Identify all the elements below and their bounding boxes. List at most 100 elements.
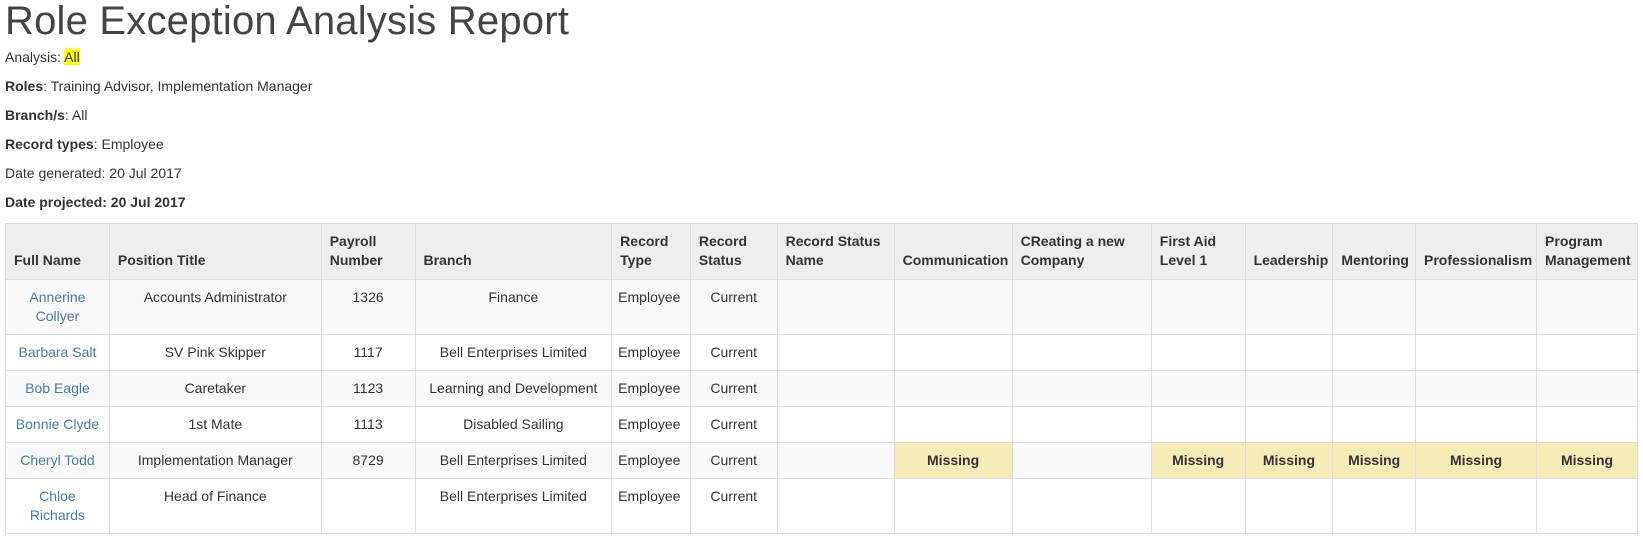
- table-cell: [1536, 279, 1638, 335]
- table-cell: Current: [689, 334, 778, 371]
- table-cell: [776, 279, 895, 335]
- table-cell: 8729: [320, 442, 416, 479]
- table-cell: [1332, 478, 1417, 534]
- header-record-status[interactable]: Record Status: [689, 223, 778, 280]
- table-cell: [1150, 478, 1246, 534]
- table-cell: Employee: [611, 370, 691, 407]
- table-cell: [893, 279, 1013, 335]
- table-cell: [1150, 370, 1246, 407]
- table-cell: 1117: [320, 334, 416, 371]
- table-cell: [1011, 279, 1152, 335]
- table-cell: Current: [689, 406, 778, 443]
- table-cell: Employee: [611, 334, 691, 371]
- employee-name-link[interactable]: Annerine Collyer: [29, 289, 85, 324]
- header-first-aid-level-1[interactable]: First Aid Level 1: [1150, 223, 1246, 280]
- table-cell: [893, 370, 1013, 407]
- meta-analysis: Analysis: All: [5, 49, 1643, 66]
- header-professionalism[interactable]: Professionalism: [1415, 223, 1538, 280]
- table-cell: [776, 442, 895, 479]
- employee-name-link[interactable]: Bonnie Clyde: [16, 416, 99, 432]
- table-header-row: Full Name Position Title Payroll Number …: [5, 223, 1638, 280]
- meta-analysis-value: All: [64, 49, 80, 65]
- meta-record-types-label: Record types: [5, 136, 94, 152]
- header-leadership[interactable]: Leadership: [1244, 223, 1334, 280]
- table-cell: Caretaker: [108, 370, 322, 407]
- table-cell: Disabled Sailing: [414, 406, 613, 443]
- meta-roles-value: : Training Advisor, Implementation Manag…: [43, 78, 313, 94]
- table-cell: [776, 370, 895, 407]
- header-mentoring[interactable]: Mentoring: [1332, 223, 1417, 280]
- cell-full-name: Bob Eagle: [5, 370, 110, 407]
- table-cell: [893, 478, 1013, 534]
- missing-cell: Missing: [1150, 442, 1246, 479]
- missing-cell: Missing: [1332, 442, 1417, 479]
- employee-name-link[interactable]: Cheryl Todd: [20, 452, 94, 468]
- cell-full-name: Chloe Richards: [5, 478, 110, 534]
- meta-roles-label: Roles: [5, 78, 44, 94]
- table-cell: [1011, 370, 1152, 407]
- table-cell: [893, 334, 1013, 371]
- table-cell: [1536, 478, 1638, 534]
- table-cell: [1011, 406, 1152, 443]
- table-cell: [1332, 370, 1417, 407]
- header-payroll-number[interactable]: Payroll Number: [320, 223, 416, 280]
- meta-branches-label: Branch/s: [5, 107, 65, 123]
- table-cell: [1415, 279, 1538, 335]
- table-cell: Current: [689, 478, 778, 534]
- table-cell: [1332, 406, 1417, 443]
- meta-branches-value: : All: [64, 107, 88, 123]
- table-cell: [776, 406, 895, 443]
- meta-branches: Branch/s: All: [5, 107, 1643, 124]
- table-cell: [1536, 334, 1638, 371]
- table-cell: [1415, 334, 1538, 371]
- page-title: Role Exception Analysis Report: [5, 0, 570, 43]
- table-cell: [1415, 370, 1538, 407]
- table-cell: Employee: [611, 406, 691, 443]
- table-cell: Current: [689, 442, 778, 479]
- table-cell: [1011, 442, 1152, 479]
- employee-name-link[interactable]: Barbara Salt: [19, 344, 97, 360]
- table-cell: Employee: [611, 478, 691, 534]
- table-cell: [320, 478, 416, 534]
- header-communication[interactable]: Communication: [893, 223, 1013, 280]
- table-cell: Finance: [414, 279, 613, 335]
- table-cell: [1332, 334, 1417, 371]
- meta-roles: Roles: Training Advisor, Implementation …: [5, 78, 1643, 95]
- table-cell: [776, 334, 895, 371]
- header-record-status-name[interactable]: Record Status Name: [776, 223, 895, 280]
- table-cell: SV Pink Skipper: [108, 334, 322, 371]
- table-cell: [1150, 279, 1246, 335]
- meta-date-projected: Date projected: 20 Jul 2017: [5, 194, 186, 210]
- header-full-name[interactable]: Full Name: [5, 223, 110, 280]
- table-cell: 1st Mate: [108, 406, 322, 443]
- header-branch[interactable]: Branch: [414, 223, 613, 280]
- table-cell: 1326: [320, 279, 416, 335]
- table-cell: Current: [689, 370, 778, 407]
- table-cell: [893, 406, 1013, 443]
- table-cell: 1123: [320, 370, 416, 407]
- missing-cell: Missing: [1415, 442, 1538, 479]
- meta-analysis-label: Analysis:: [5, 49, 65, 65]
- table-cell: Head of Finance: [108, 478, 322, 534]
- meta-record-types-value: : Employee: [93, 136, 164, 152]
- table-cell: [1415, 406, 1538, 443]
- table-cell: Bell Enterprises Limited: [414, 478, 613, 534]
- cell-full-name: Annerine Collyer: [5, 279, 110, 335]
- table-cell: Bell Enterprises Limited: [414, 334, 613, 371]
- table-cell: [1150, 334, 1246, 371]
- table-cell: Accounts Administrator: [108, 279, 322, 335]
- employee-name-link[interactable]: Chloe Richards: [30, 488, 85, 523]
- table-cell: 1113: [320, 406, 416, 443]
- table-cell: Learning and Development: [414, 370, 613, 407]
- missing-cell: Missing: [1244, 442, 1334, 479]
- header-record-type[interactable]: Record Type: [611, 223, 691, 280]
- report-meta: Analysis: All Roles: Training Advisor, I…: [5, 49, 1643, 211]
- header-position-title[interactable]: Position Title: [108, 223, 322, 280]
- table-cell: Employee: [611, 279, 691, 335]
- header-creating-new-company[interactable]: CReating a new Company: [1011, 223, 1152, 280]
- table-cell: [1415, 478, 1538, 534]
- employee-name-link[interactable]: Bob Eagle: [25, 380, 90, 396]
- cell-full-name: Cheryl Todd: [5, 442, 110, 479]
- report-table: Full Name Position Title Payroll Number …: [5, 223, 1638, 534]
- header-program-management[interactable]: Program Management: [1536, 223, 1638, 280]
